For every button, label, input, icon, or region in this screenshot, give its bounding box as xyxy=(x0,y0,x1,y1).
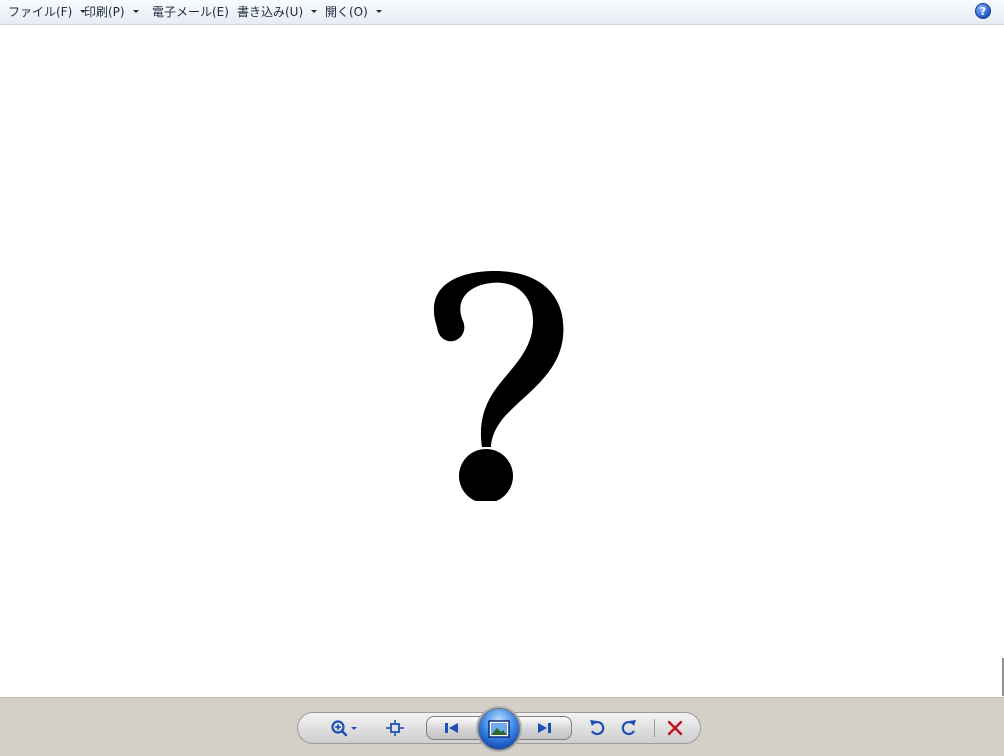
previous-icon xyxy=(445,723,458,733)
rotate-clockwise-button[interactable] xyxy=(616,713,642,743)
menu-file-label: ファイル(F) xyxy=(8,5,73,19)
slideshow-button[interactable] xyxy=(476,706,522,752)
menu-file[interactable]: ファイル(F) xyxy=(8,0,87,24)
delete-button[interactable] xyxy=(662,713,688,743)
rotate-counterclockwise-button[interactable] xyxy=(584,713,610,743)
rotate-clockwise-icon xyxy=(621,720,636,736)
chevron-down-icon xyxy=(132,10,139,13)
image-viewer xyxy=(0,25,1004,696)
zoom-icon xyxy=(331,720,357,737)
zoom-button[interactable] xyxy=(324,713,364,743)
toolbar-separator xyxy=(654,719,655,737)
menu-burn-label: 書き込み(U) xyxy=(237,5,304,19)
rotate-counterclockwise-icon xyxy=(590,720,605,736)
slideshow-icon xyxy=(488,720,510,738)
viewer-controls xyxy=(0,697,1004,756)
controls-pill xyxy=(297,706,701,752)
help-icon[interactable]: ? xyxy=(975,3,991,19)
actual-size-button[interactable] xyxy=(382,713,408,743)
menu-print-label: 印刷(P) xyxy=(84,5,125,19)
menu-bar: ファイル(F) 印刷(P) 電子メール(E) 書き込み(U) 開く(O) ? xyxy=(0,0,1004,25)
chevron-down-icon xyxy=(311,10,318,13)
menu-open-label: 開く(O) xyxy=(325,5,368,19)
menu-email-label: 電子メール(E) xyxy=(152,5,229,19)
question-mark-image xyxy=(433,271,564,501)
next-icon xyxy=(538,723,551,733)
menu-email[interactable]: 電子メール(E) xyxy=(152,0,229,24)
actual-size-icon xyxy=(386,720,404,736)
previous-button[interactable] xyxy=(439,717,465,739)
menu-burn[interactable]: 書き込み(U) xyxy=(237,0,318,24)
menu-open[interactable]: 開く(O) xyxy=(325,0,382,24)
next-button[interactable] xyxy=(531,717,557,739)
chevron-down-icon xyxy=(375,10,382,13)
delete-icon xyxy=(667,720,683,736)
menu-print[interactable]: 印刷(P) xyxy=(84,0,139,24)
